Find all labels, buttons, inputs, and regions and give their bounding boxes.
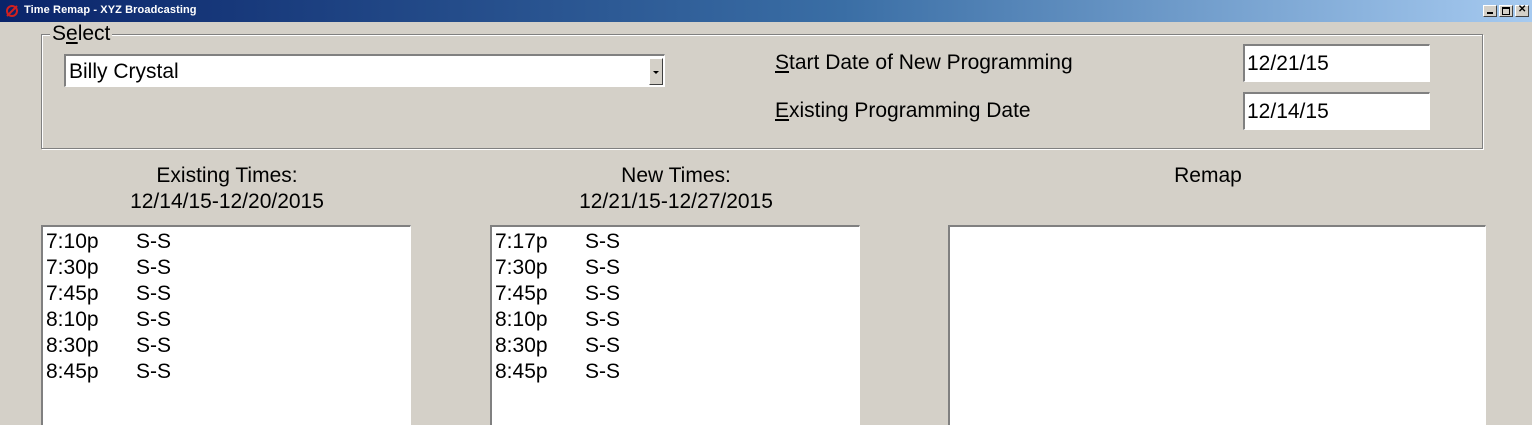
list-item[interactable]: 7:45p S-S (492, 281, 859, 307)
list-item[interactable]: 7:10p S-S (43, 229, 410, 255)
existing-times-list[interactable]: 7:10p S-S 7:30p S-S 7:45p S-S 8:10p S-S 8:30p S-S… (41, 225, 411, 425)
list-item-days: S-S (585, 334, 621, 357)
list-item[interactable]: 8:45p S-S (492, 359, 859, 385)
chevron-down-icon[interactable] (649, 58, 663, 85)
person-combo[interactable]: Billy Crystal (64, 54, 665, 87)
list-item-days: S-S (136, 334, 172, 357)
list-item-time: 8:30p (46, 334, 99, 357)
list-item[interactable]: 7:45p S-S (43, 281, 410, 307)
title-bar[interactable]: Time Remap - XYZ Broadcasting (0, 0, 1532, 22)
minimize-button[interactable] (1483, 5, 1497, 17)
existing-date-field[interactable] (1243, 92, 1430, 130)
list-item-days: S-S (585, 230, 621, 253)
start-date-label: Start Date of New Programming (775, 51, 1073, 74)
list-item[interactable]: 8:10p S-S (492, 307, 859, 333)
existing-times-heading: Existing Times: 12/14/15-12/20/2015 (130, 164, 324, 213)
list-item-time: 7:45p (46, 282, 99, 305)
list-item[interactable]: 7:30p S-S (43, 255, 410, 281)
remap-heading: Remap (1174, 164, 1242, 187)
new-times-list[interactable]: 7:17p S-S 7:30p S-S 7:45p S-S 8:10p S-S 8:30p S-S… (490, 225, 860, 425)
person-combo-value: Billy Crystal (69, 60, 179, 83)
list-item-time: 7:30p (46, 256, 99, 279)
list-item-days: S-S (136, 360, 172, 383)
list-item-time: 7:10p (46, 230, 99, 253)
list-item-time: 8:30p (495, 334, 548, 357)
list-item[interactable]: 8:10p S-S (43, 307, 410, 333)
list-item-time: 7:17p (495, 230, 548, 253)
remap-list[interactable] (948, 225, 1486, 425)
window-title: Time Remap - XYZ Broadcasting (24, 4, 197, 16)
app-icon (6, 5, 18, 17)
list-item-days: S-S (136, 308, 172, 331)
list-item-time: 7:30p (495, 256, 548, 279)
list-item-time: 8:10p (495, 308, 548, 331)
list-item-days: S-S (136, 230, 172, 253)
list-item-days: S-S (136, 282, 172, 305)
list-item[interactable]: 7:30p S-S (492, 255, 859, 281)
list-item-time: 8:45p (495, 360, 548, 383)
select-group-label: Select (50, 22, 113, 46)
list-item-days: S-S (585, 360, 621, 383)
start-date-field[interactable] (1243, 44, 1430, 82)
list-item-days: S-S (585, 282, 621, 305)
close-button[interactable] (1515, 4, 1529, 17)
list-item[interactable]: 8:45p S-S (43, 359, 410, 385)
new-times-heading: New Times: 12/21/15-12/27/2015 (579, 164, 773, 213)
existing-date-label: Existing Programming Date (775, 99, 1031, 122)
list-item[interactable]: 8:30p S-S (43, 333, 410, 359)
maximize-button[interactable] (1499, 5, 1513, 17)
list-item[interactable]: 8:30p S-S (492, 333, 859, 359)
list-item-time: 8:10p (46, 308, 99, 331)
list-item-time: 7:45p (495, 282, 548, 305)
list-item-days: S-S (136, 256, 172, 279)
list-item-days: S-S (585, 308, 621, 331)
list-item-days: S-S (585, 256, 621, 279)
list-item-time: 8:45p (46, 360, 99, 383)
list-item[interactable]: 7:17p S-S (492, 229, 859, 255)
